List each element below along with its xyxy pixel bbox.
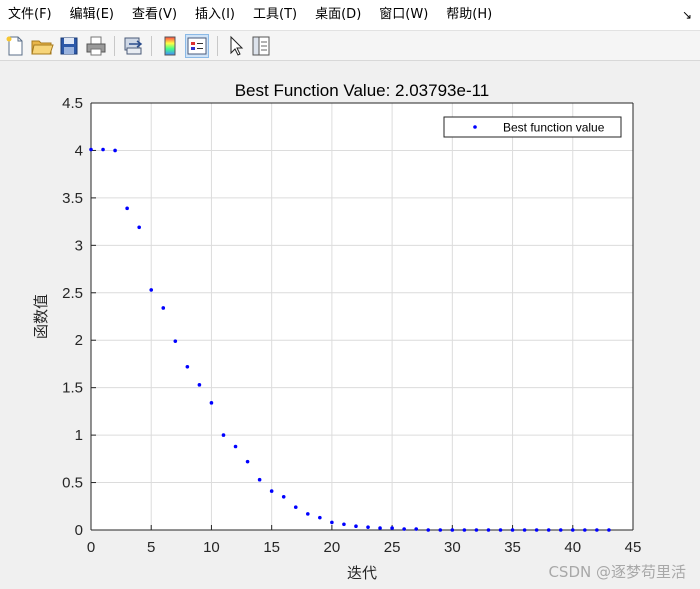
chart: 0 5 10 15 20 25 30 35 40 45 0 0.5 1 1.5 2 2.5 3 3.5 4 4.5 B… [32,81,642,582]
data-point [510,528,515,532]
data-point [390,526,394,530]
data-point [438,528,443,532]
y-tick-label: 2 [75,332,83,349]
data-point [378,526,382,530]
data-point [257,477,262,482]
data-point [137,225,141,230]
x-tick-label: 40 [564,539,581,556]
save-icon[interactable] [57,34,81,58]
data-point [318,515,322,520]
y-tick-label: 4.5 [62,95,83,112]
open-file-icon[interactable] [30,34,54,58]
data-point [414,527,419,531]
x-tick-label: 15 [263,539,280,556]
data-point [173,339,178,343]
toolbar-separator [151,36,152,56]
menu-window[interactable]: 窗口(W) [370,0,437,30]
x-tick-label: 5 [147,539,155,556]
y-tick-label: 3 [75,237,83,254]
x-tick-label: 35 [504,539,521,556]
data-point [161,306,166,310]
figure-area: 0 5 10 15 20 25 30 35 40 45 0 0.5 1 1.5 2 2.5 3 3.5 4 4.5 B… [0,61,700,589]
data-point [149,288,154,292]
y-tick-label: 4 [75,142,83,159]
data-point [595,528,599,532]
x-tick-label: 30 [444,539,461,556]
menu-insert[interactable]: 插入(I) [186,0,244,30]
data-point [185,364,190,369]
x-tick-label: 25 [384,539,401,556]
data-point [486,528,491,532]
property-inspector-icon[interactable] [249,34,273,58]
y-tick-label: 1 [75,427,83,444]
data-point [269,489,274,493]
data-point [474,528,479,532]
data-point [101,147,105,152]
menu-file[interactable]: 文件(F) [0,0,61,30]
menu-tools[interactable]: 工具(T) [244,0,306,30]
data-point [221,433,226,437]
legend-icon[interactable] [185,34,209,58]
x-tick-label: 20 [324,539,341,556]
y-tick-label: 0.5 [62,475,83,492]
data-point [342,522,346,527]
menu-view[interactable]: 查看(V) [123,0,186,30]
menu-desktop[interactable]: 桌面(D) [306,0,370,30]
data-point [330,520,334,525]
data-point [306,512,310,516]
data-point [402,527,406,531]
data-point [546,528,551,532]
x-axis-label: 迭代 [347,564,377,582]
data-point [558,528,563,532]
data-point [366,525,370,529]
legend-marker [473,125,477,129]
pointer-icon[interactable] [224,34,248,58]
data-point [583,528,587,532]
data-point [354,524,358,529]
data-point [607,528,611,532]
data-point [209,401,214,405]
data-point [426,528,431,532]
chart-title: Best Function Value: 2.03793e-11 [235,81,490,100]
new-figure-icon[interactable] [3,34,27,58]
data-point [113,148,117,153]
y-tick-label: 2.5 [62,285,83,302]
link-plot-icon[interactable] [121,34,145,58]
toolbar [0,30,700,61]
data-point [233,444,238,449]
data-point [534,528,539,532]
dock-arrow-icon[interactable]: ↘ [682,0,692,30]
menu-bar: 文件(F) 编辑(E) 查看(V) 插入(I) 工具(T) 桌面(D) 窗口(W… [0,0,700,30]
colorbar-icon[interactable] [158,34,182,58]
x-tick-label: 0 [87,539,95,556]
legend-label: Best function value [503,121,605,135]
data-point [125,206,129,211]
y-tick-label: 0 [75,522,83,539]
data-point [89,147,93,152]
data-point [293,505,298,510]
data-point [570,528,575,532]
x-tick-label: 45 [625,539,642,556]
menu-help[interactable]: 帮助(H) [437,0,501,30]
toolbar-separator [114,36,115,56]
plot-area [91,103,633,530]
data-point [498,528,503,532]
legend[interactable]: Best function value [443,116,622,138]
y-axis-label: 函数值 [32,294,50,339]
data-point [197,383,202,387]
x-tick-label: 10 [203,539,220,556]
data-point [450,528,455,532]
data-point [522,528,527,532]
y-tick-label: 3.5 [62,190,83,207]
print-icon[interactable] [84,34,108,58]
watermark: CSDN @逐梦苟里活 [548,563,686,581]
data-point [245,459,250,464]
y-tick-label: 1.5 [62,380,83,397]
data-point [281,494,286,499]
data-point [462,528,467,532]
menu-edit[interactable]: 编辑(E) [61,0,123,30]
toolbar-separator [217,36,218,56]
